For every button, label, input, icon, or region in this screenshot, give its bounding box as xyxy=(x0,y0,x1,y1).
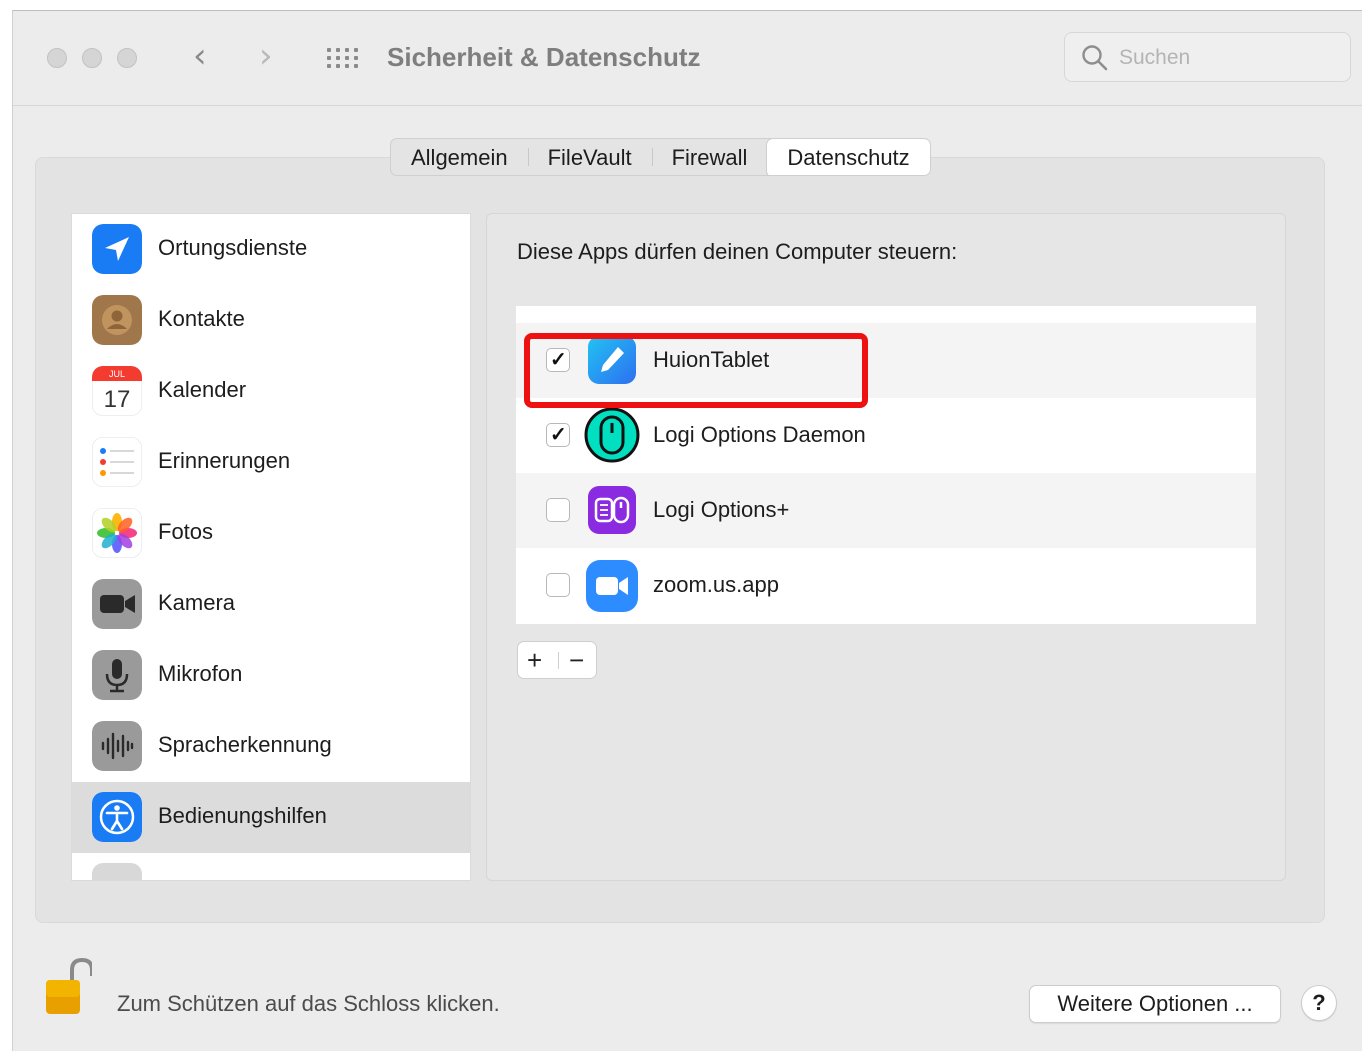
privacy-category-list[interactable]: Ortungsdienste Kontakte JUL 17 Kalender … xyxy=(71,213,471,881)
calendar-day: 17 xyxy=(104,386,131,413)
sidebar-item-contacts[interactable]: Kontakte xyxy=(72,285,470,356)
search-placeholder: Suchen xyxy=(1119,46,1191,69)
sidebar-item-label: Spracherkennung xyxy=(158,732,332,757)
show-all-grid-icon[interactable] xyxy=(327,48,359,70)
app-checkbox[interactable] xyxy=(546,573,570,597)
app-label: Logi Options+ xyxy=(653,497,790,522)
app-row-logi-options-plus[interactable]: Logi Options+ xyxy=(516,473,1256,548)
reminders-icon xyxy=(92,437,142,487)
microphone-icon xyxy=(92,650,142,700)
sidebar-item-camera[interactable]: Kamera xyxy=(72,569,470,640)
add-app-button[interactable]: + xyxy=(527,645,542,676)
tab-allgemein[interactable]: Allgemein xyxy=(391,139,528,175)
logi-options-plus-icon xyxy=(588,486,636,534)
accessibility-icon xyxy=(92,792,142,842)
sidebar-item-label: Erinnerungen xyxy=(158,448,291,473)
sidebar-item-photos[interactable]: Fotos xyxy=(72,498,470,569)
sidebar-item-label: Kontakte xyxy=(158,306,245,331)
back-arrow-icon[interactable]: ‹ xyxy=(193,39,207,73)
sidebar-item-label: Kalender xyxy=(158,377,247,402)
tab-filevault[interactable]: FileVault xyxy=(527,139,652,175)
sidebar-item-calendar[interactable]: JUL 17 Kalender xyxy=(72,356,470,427)
forward-arrow-icon[interactable]: › xyxy=(259,39,273,73)
checkmark-icon: ✓ xyxy=(550,424,567,446)
sidebar-item-microphone[interactable]: Mikrofon xyxy=(72,640,470,711)
search-icon xyxy=(1082,45,1108,71)
tab-firewall[interactable]: Firewall xyxy=(651,139,768,175)
window-title: Sicherheit & Datenschutz xyxy=(387,42,701,72)
add-remove-buttons: + − xyxy=(517,641,597,679)
calendar-icon: JUL 17 xyxy=(92,366,142,416)
sidebar-item-label: Fotos xyxy=(158,519,214,544)
lock-hint-text: Zum Schützen auf das Schloss klicken. xyxy=(117,991,500,1016)
highlight-box xyxy=(524,333,868,408)
app-row-zoom[interactable]: zoom.us.app xyxy=(516,548,1256,623)
sidebar-item-speech-recognition[interactable]: Spracherkennung xyxy=(72,711,470,782)
panel-caption: Diese Apps dürfen deinen Computer steuer… xyxy=(517,239,958,264)
close-window-button[interactable] xyxy=(47,48,67,68)
sidebar-item-label: Ortungsdienste xyxy=(158,235,308,260)
sidebar-item-label: Bedienungshilfen xyxy=(158,803,327,828)
sidebar-item-accessibility[interactable]: Bedienungshilfen xyxy=(72,782,470,853)
unlocked-padlock-icon[interactable] xyxy=(44,956,92,1016)
zoom-icon xyxy=(586,560,638,612)
camera-icon xyxy=(92,579,142,629)
app-label: Logi Options Daemon xyxy=(653,422,866,447)
tab-bar: Allgemein FileVault Firewall Datenschutz xyxy=(390,138,931,176)
minimize-window-button[interactable] xyxy=(82,48,102,68)
search-field[interactable]: Suchen xyxy=(1064,32,1351,82)
calendar-month: JUL xyxy=(109,369,125,379)
sidebar-item-location[interactable]: Ortungsdienste xyxy=(72,214,470,285)
app-label: zoom.us.app xyxy=(653,572,779,597)
divider xyxy=(558,652,559,669)
app-permissions-panel: Diese Apps dürfen deinen Computer steuer… xyxy=(486,213,1286,881)
photos-icon xyxy=(92,508,142,558)
remove-app-button[interactable]: − xyxy=(569,645,584,676)
app-icon xyxy=(92,863,142,880)
app-checkbox[interactable]: ✓ xyxy=(546,423,570,447)
sidebar-item-label: Mikrofon xyxy=(158,661,243,686)
app-checkbox[interactable] xyxy=(546,498,570,522)
sidebar-item-label: Kamera xyxy=(158,590,236,615)
help-button[interactable]: ? xyxy=(1301,985,1337,1021)
speech-recognition-icon xyxy=(92,721,142,771)
more-options-button[interactable]: Weitere Optionen ... xyxy=(1029,985,1281,1023)
app-row-logi-daemon[interactable]: ✓ Logi Options Daemon xyxy=(516,398,1256,473)
sidebar-item-partial[interactable] xyxy=(72,853,470,880)
location-icon xyxy=(92,224,142,274)
logi-daemon-icon xyxy=(584,407,640,463)
title-bar: ‹ › Sicherheit & Datenschutz Suchen xyxy=(13,11,1362,106)
zoom-window-button[interactable] xyxy=(117,48,137,68)
tab-datenschutz[interactable]: Datenschutz xyxy=(767,139,930,175)
contacts-icon xyxy=(92,295,142,345)
sidebar-item-reminders[interactable]: Erinnerungen xyxy=(72,427,470,498)
